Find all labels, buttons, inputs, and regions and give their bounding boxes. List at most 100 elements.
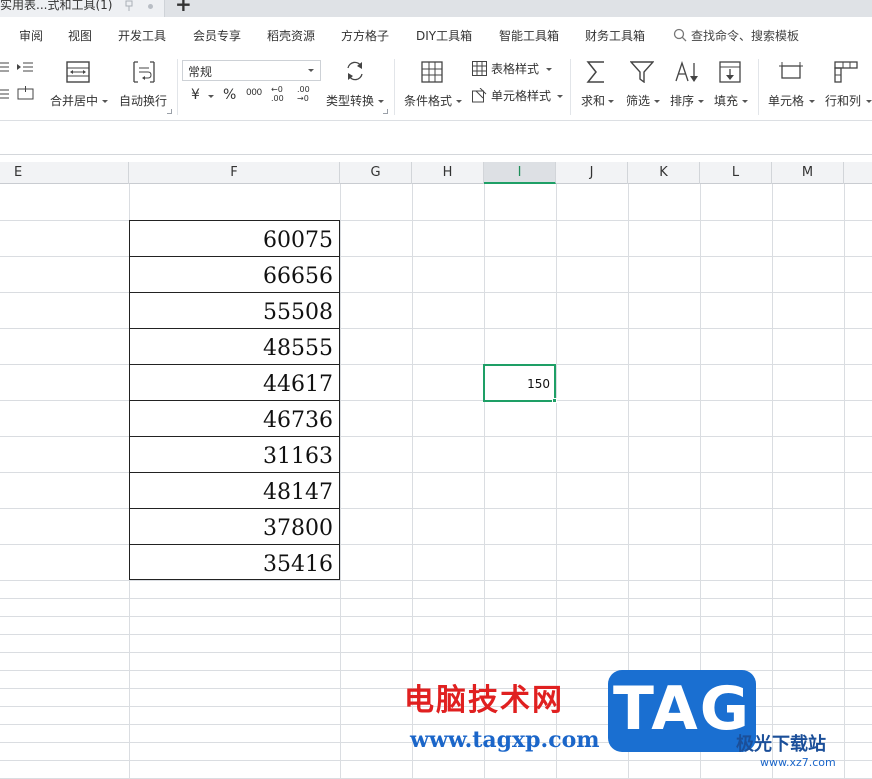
filter-dropdown-icon bbox=[654, 100, 660, 103]
pin-icon[interactable] bbox=[124, 0, 134, 12]
formula-bar-area bbox=[0, 121, 872, 155]
data-cell[interactable]: 55508 bbox=[130, 293, 339, 329]
cell-style-dropdown-icon bbox=[557, 95, 563, 98]
data-cell[interactable]: 60075 bbox=[130, 221, 339, 257]
cell-dropdown-icon bbox=[809, 100, 815, 103]
indent-decrease-icon[interactable] bbox=[0, 61, 14, 73]
gridline bbox=[0, 634, 872, 635]
menu-diy-toolbox[interactable]: DIY工具箱 bbox=[416, 28, 472, 44]
selected-cell[interactable]: 150 bbox=[483, 364, 556, 402]
data-cell[interactable]: 44617 bbox=[130, 365, 339, 401]
column-header-m[interactable]: M bbox=[772, 162, 844, 184]
menu-review[interactable]: 审阅 bbox=[19, 28, 43, 44]
row-column-label: 行和列 bbox=[825, 94, 862, 108]
document-tab[interactable]: 实用表...式和工具(1) bbox=[0, 0, 165, 17]
filter-label: 筛选 bbox=[626, 94, 651, 108]
sum-button[interactable]: 求和 bbox=[578, 59, 616, 115]
cell-style-label: 单元格样式 bbox=[491, 89, 552, 103]
search-icon[interactable] bbox=[673, 28, 687, 42]
ribbon-separator bbox=[758, 59, 759, 115]
menu-docer-resources[interactable]: 稻壳资源 bbox=[267, 28, 315, 44]
data-cell[interactable]: 46736 bbox=[130, 401, 339, 437]
number-format-settings-launcher-icon[interactable] bbox=[383, 109, 388, 114]
watermark-url: www.tagxp.com bbox=[410, 727, 600, 753]
column-header-e[interactable]: E bbox=[0, 162, 129, 184]
data-cell[interactable]: 35416 bbox=[130, 545, 339, 581]
indent-increase-icon[interactable] bbox=[17, 61, 33, 73]
fill-button[interactable]: 填充 bbox=[712, 59, 750, 115]
distributed-align-icon[interactable] bbox=[17, 86, 34, 100]
column-header-h[interactable]: H bbox=[412, 162, 484, 184]
watermark-logo: TAG bbox=[608, 670, 756, 752]
watermark-site-name: 电脑技术网 bbox=[404, 683, 564, 718]
gridline bbox=[0, 760, 872, 761]
sigma-icon bbox=[586, 61, 604, 83]
sort-dropdown-icon bbox=[698, 100, 704, 103]
menu-bar: 审阅 视图 开发工具 会员专享 稻壳资源 方方格子 DIY工具箱 智能工具箱 财… bbox=[0, 17, 872, 55]
row-column-button[interactable]: 行和列 bbox=[822, 59, 872, 115]
type-convert-icon bbox=[347, 61, 363, 81]
table-style-icon bbox=[472, 61, 487, 76]
row-column-icon bbox=[834, 61, 858, 83]
data-cell[interactable]: 48147 bbox=[130, 473, 339, 509]
decrease-decimal-button[interactable]: .00 →0 bbox=[297, 85, 317, 103]
watermark-secondary-name: 极光下载站 bbox=[736, 734, 826, 755]
data-cell[interactable]: 66656 bbox=[130, 257, 339, 293]
merge-cells-icon bbox=[66, 61, 90, 83]
percent-format-button[interactable]: % bbox=[223, 88, 236, 102]
alignment-settings-launcher-icon[interactable] bbox=[167, 109, 172, 114]
column-header-l[interactable]: L bbox=[700, 162, 772, 184]
merge-center-button[interactable]: 合并居中 bbox=[48, 59, 110, 115]
document-tab-title: 实用表...式和工具(1) bbox=[0, 0, 113, 12]
gridline bbox=[0, 652, 872, 653]
data-cell[interactable]: 48555 bbox=[130, 329, 339, 365]
new-tab-button[interactable]: + bbox=[175, 0, 192, 14]
data-cell[interactable]: 37800 bbox=[130, 509, 339, 545]
merge-center-label: 合并居中 bbox=[50, 94, 99, 108]
table-style-button[interactable]: 表格样式 bbox=[470, 61, 558, 79]
wrap-text-button[interactable]: 自动换行 bbox=[117, 59, 171, 115]
ribbon-toolbar: 合并居中 自动换行 常规 ¥ % 000 ←0 .00 .00 →0 类型转换 … bbox=[0, 55, 872, 121]
unsaved-dot-icon[interactable] bbox=[148, 4, 153, 9]
number-format-dropdown-icon bbox=[308, 69, 314, 72]
data-cell[interactable]: 31163 bbox=[130, 437, 339, 473]
merge-center-dropdown-icon[interactable] bbox=[102, 100, 108, 103]
type-convert-button[interactable]: 类型转换 bbox=[325, 59, 385, 115]
menu-fangfang-grid[interactable]: 方方格子 bbox=[341, 28, 389, 44]
number-format-select[interactable]: 常规 bbox=[182, 60, 321, 81]
column-header-k[interactable]: K bbox=[628, 162, 700, 184]
currency-dropdown-icon bbox=[208, 95, 214, 98]
search-command-input[interactable]: 查找命令、搜索模板 bbox=[691, 28, 799, 44]
menu-smart-toolbox[interactable]: 智能工具箱 bbox=[499, 28, 559, 44]
sort-button[interactable]: 排序 bbox=[668, 59, 706, 115]
filter-button[interactable]: 筛选 bbox=[624, 59, 662, 115]
thousands-separator-button[interactable]: 000 bbox=[246, 86, 262, 100]
ribbon-separator bbox=[570, 59, 571, 115]
column-header-g[interactable]: G bbox=[340, 162, 412, 184]
menu-developer-tools[interactable]: 开发工具 bbox=[118, 28, 166, 44]
menu-member[interactable]: 会员专享 bbox=[193, 28, 241, 44]
gridline bbox=[0, 616, 872, 617]
sum-dropdown-icon bbox=[608, 100, 614, 103]
increase-decimal-button[interactable]: ←0 .00 bbox=[271, 85, 291, 103]
gridline bbox=[0, 598, 872, 599]
column-header-row: E F G H I J K L M bbox=[0, 162, 872, 184]
gridline bbox=[340, 184, 341, 779]
menu-view[interactable]: 视图 bbox=[68, 28, 92, 44]
menu-finance-toolbox[interactable]: 财务工具箱 bbox=[585, 28, 645, 44]
column-header-f[interactable]: F bbox=[129, 162, 340, 184]
column-header-i[interactable]: I bbox=[484, 162, 556, 184]
gridline bbox=[844, 184, 845, 779]
align-list-icon[interactable] bbox=[0, 88, 14, 100]
fill-dropdown-icon bbox=[742, 100, 748, 103]
conditional-format-button[interactable]: 条件格式 bbox=[403, 59, 463, 115]
cell-style-button[interactable]: 单元格样式 bbox=[470, 88, 566, 106]
cell-button[interactable]: 单元格 bbox=[766, 59, 816, 115]
tab-strip: 实用表...式和工具(1) + bbox=[0, 0, 872, 17]
table-style-dropdown-icon bbox=[546, 68, 552, 71]
currency-icon: ¥ bbox=[191, 87, 200, 103]
fill-handle[interactable] bbox=[552, 398, 557, 403]
conditional-format-dropdown-icon bbox=[456, 100, 462, 103]
column-header-j[interactable]: J bbox=[556, 162, 628, 184]
currency-format-button[interactable]: ¥ bbox=[186, 88, 216, 104]
